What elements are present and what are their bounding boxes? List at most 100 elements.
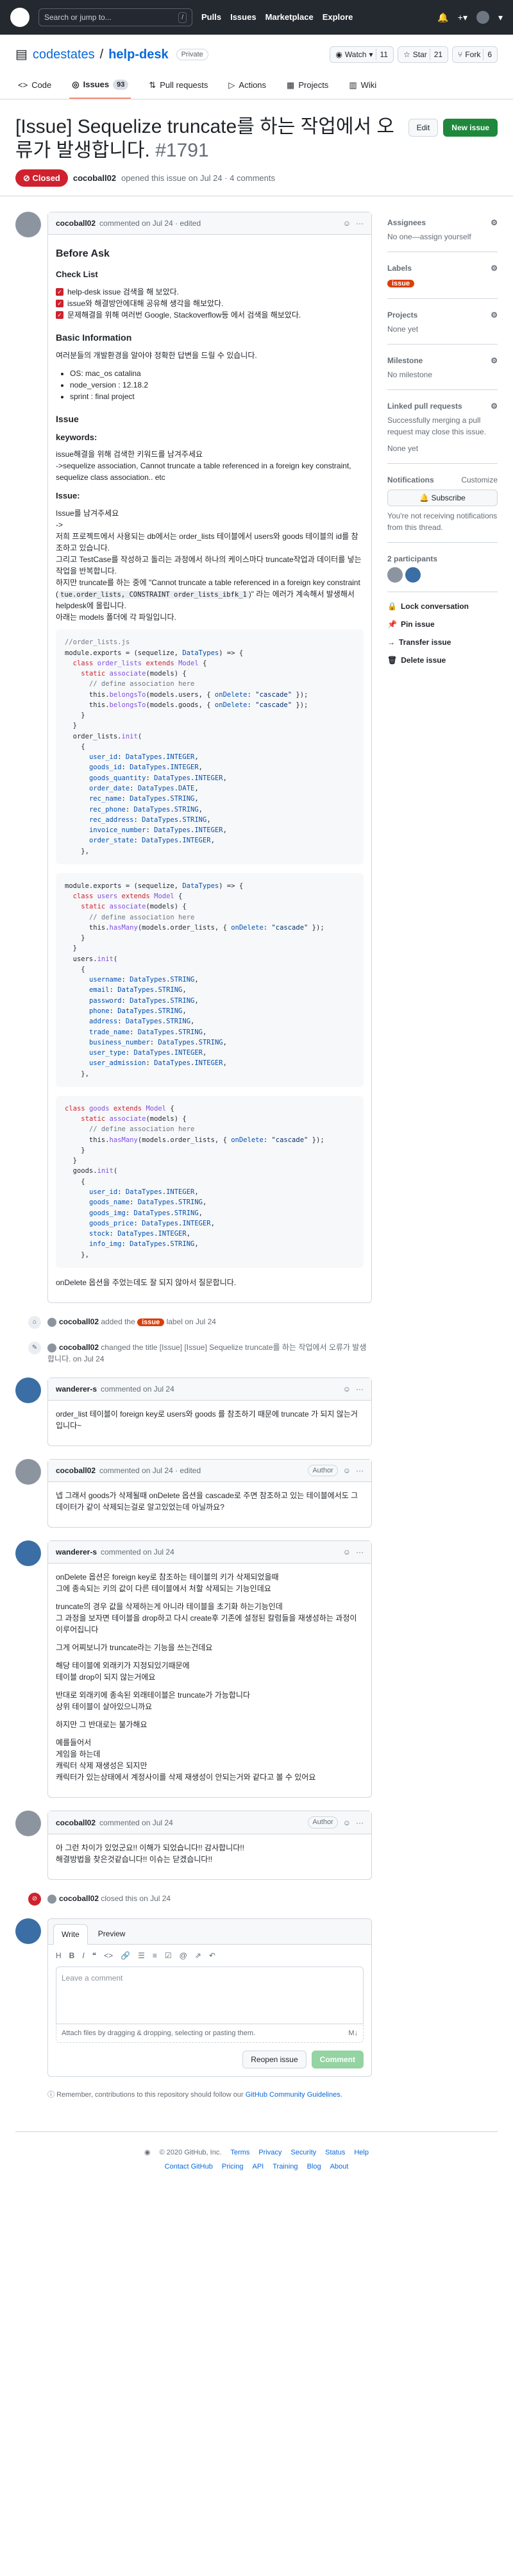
- avatar[interactable]: [47, 1343, 56, 1352]
- avatar[interactable]: [15, 1540, 41, 1567]
- comment-author[interactable]: cocoball02: [56, 1817, 96, 1829]
- footer-link[interactable]: Privacy: [258, 2147, 282, 2158]
- comment-meta[interactable]: commented on Jul 24: [101, 1546, 174, 1558]
- delete-issue[interactable]: 🗑 Delete issue: [387, 651, 498, 669]
- pin-issue[interactable]: 📌 Pin issue: [387, 615, 498, 633]
- reference-icon[interactable]: ⇗: [195, 1950, 201, 1961]
- avatar[interactable]: [15, 212, 41, 237]
- comment-author[interactable]: cocoball02: [56, 218, 96, 229]
- issue-label[interactable]: issue: [387, 280, 415, 287]
- code-icon[interactable]: <>: [104, 1950, 113, 1961]
- bell-icon[interactable]: 🔔: [437, 11, 448, 24]
- kebab-menu-icon[interactable]: ···: [356, 1546, 364, 1558]
- checkbox-checked-icon[interactable]: ✓: [56, 299, 63, 307]
- tab-pull-requests[interactable]: ⇅ Pull requests: [146, 73, 210, 99]
- star-button[interactable]: ☆ Star 21: [397, 46, 449, 63]
- kebab-menu-icon[interactable]: ···: [356, 1465, 364, 1476]
- nav-pulls[interactable]: Pulls: [201, 11, 221, 24]
- checkbox-checked-icon[interactable]: ✓: [56, 287, 63, 296]
- transfer-issue[interactable]: → Transfer issue: [387, 633, 498, 651]
- avatar[interactable]: [15, 1811, 41, 1837]
- issue-author[interactable]: cocoball02: [73, 172, 116, 185]
- new-issue-button[interactable]: New issue: [443, 118, 498, 137]
- comment-author[interactable]: wanderer-s: [56, 1546, 97, 1558]
- kebab-menu-icon[interactable]: ···: [356, 1817, 364, 1829]
- avatar[interactable]: [47, 1894, 56, 1904]
- comment-meta[interactable]: commented on Jul 24 · edited: [99, 1465, 201, 1476]
- tab-issues[interactable]: ◎ Issues 93: [69, 73, 131, 99]
- smiley-icon[interactable]: ☺: [343, 1817, 351, 1829]
- avatar[interactable]: [15, 1918, 41, 1944]
- comment-meta[interactable]: commented on Jul 24 · edited: [99, 218, 201, 229]
- avatar[interactable]: [47, 1317, 56, 1327]
- event-actor[interactable]: cocoball02: [59, 1894, 99, 1903]
- smiley-icon[interactable]: ☺: [343, 1546, 351, 1558]
- task-list-icon[interactable]: ☑: [165, 1950, 172, 1961]
- smiley-icon[interactable]: ☺: [343, 218, 351, 229]
- smiley-icon[interactable]: ☺: [343, 1383, 351, 1395]
- gear-icon[interactable]: ⚙: [491, 262, 498, 274]
- footer-link[interactable]: Security: [290, 2147, 316, 2158]
- fork-button[interactable]: ⑂ Fork 6: [452, 46, 498, 63]
- gear-icon[interactable]: ⚙: [491, 309, 498, 321]
- comment-author[interactable]: wanderer-s: [56, 1383, 97, 1395]
- mention-icon[interactable]: @: [180, 1950, 187, 1961]
- footer-link[interactable]: Status: [325, 2147, 345, 2158]
- footer-link[interactable]: Pricing: [222, 2162, 244, 2172]
- comment-author[interactable]: cocoball02: [56, 1465, 96, 1476]
- numbered-list-icon[interactable]: ≡: [153, 1950, 157, 1961]
- repo-owner[interactable]: codestates: [33, 45, 95, 64]
- footer-link[interactable]: Blog: [307, 2162, 321, 2172]
- star-count[interactable]: 21: [429, 49, 442, 60]
- watch-button[interactable]: ◉ Watch ▾ 11: [330, 46, 394, 63]
- event-actor[interactable]: cocoball02: [59, 1317, 99, 1326]
- tab-code[interactable]: <> Code: [15, 73, 54, 99]
- checkbox-checked-icon[interactable]: ✓: [56, 311, 63, 319]
- footer-link[interactable]: About: [330, 2162, 349, 2172]
- reopen-issue-button[interactable]: Reopen issue: [242, 2051, 307, 2069]
- comment-button[interactable]: Comment: [311, 2051, 364, 2069]
- reply-icon[interactable]: ↶: [209, 1950, 215, 1961]
- avatar[interactable]: [387, 567, 403, 583]
- heading-icon[interactable]: H: [56, 1950, 62, 1961]
- footer-link[interactable]: Contact GitHub: [165, 2162, 213, 2172]
- customize-link[interactable]: Customize: [461, 474, 498, 486]
- nav-issues[interactable]: Issues: [230, 11, 256, 24]
- issue-label[interactable]: issue: [137, 1318, 165, 1326]
- italic-icon[interactable]: I: [82, 1950, 84, 1961]
- smiley-icon[interactable]: ☺: [343, 1465, 351, 1476]
- chevron-down-icon[interactable]: ▾: [498, 11, 503, 24]
- tab-actions[interactable]: ▷ Actions: [226, 73, 269, 99]
- github-logo-icon[interactable]: [10, 8, 29, 27]
- link-icon[interactable]: 🔗: [121, 1950, 130, 1961]
- quote-icon[interactable]: ❝: [92, 1950, 96, 1961]
- comment-meta[interactable]: commented on Jul 24: [101, 1383, 174, 1395]
- fork-count[interactable]: 6: [483, 49, 492, 60]
- bold-icon[interactable]: B: [69, 1950, 75, 1961]
- footer-link[interactable]: API: [252, 2162, 264, 2172]
- tab-write[interactable]: Write: [53, 1923, 88, 1945]
- edit-title-button[interactable]: Edit: [408, 118, 439, 137]
- nav-marketplace[interactable]: Marketplace: [265, 11, 314, 24]
- kebab-menu-icon[interactable]: ···: [356, 1383, 364, 1395]
- comment-textarea[interactable]: Leave a comment: [56, 1966, 364, 2024]
- avatar[interactable]: [405, 567, 421, 583]
- search-input[interactable]: Search or jump to... /: [38, 8, 192, 26]
- watch-count[interactable]: 11: [375, 49, 388, 60]
- event-actor[interactable]: cocoball02: [59, 1343, 99, 1352]
- plus-icon[interactable]: +▾: [458, 11, 467, 24]
- footer-link[interactable]: Terms: [230, 2147, 249, 2158]
- subscribe-button[interactable]: 🔔 Subscribe: [387, 489, 498, 506]
- tab-wiki[interactable]: ▥ Wiki: [346, 73, 379, 99]
- user-avatar[interactable]: [476, 11, 489, 24]
- tab-preview[interactable]: Preview: [90, 1924, 133, 1944]
- nav-explore[interactable]: Explore: [323, 11, 353, 24]
- footer-link[interactable]: Help: [354, 2147, 369, 2158]
- lock-conversation[interactable]: 🔒 Lock conversation: [387, 597, 498, 615]
- avatar[interactable]: [15, 1377, 41, 1403]
- gear-icon[interactable]: ⚙: [491, 400, 498, 412]
- avatar[interactable]: [15, 1458, 41, 1485]
- tab-projects[interactable]: ▦ Projects: [284, 73, 331, 99]
- bullet-list-icon[interactable]: ☰: [138, 1950, 145, 1961]
- gear-icon[interactable]: ⚙: [491, 355, 498, 366]
